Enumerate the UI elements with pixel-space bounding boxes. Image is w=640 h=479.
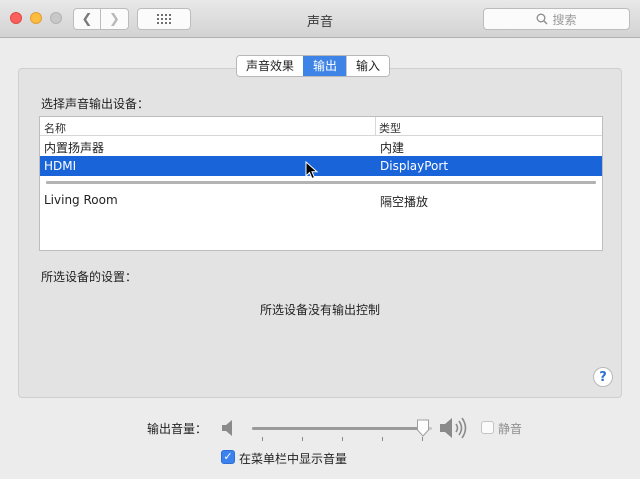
device-type: 内建 bbox=[380, 141, 405, 155]
column-header-type[interactable]: 类型 bbox=[379, 120, 401, 136]
title-bar: ❮ ❯ 声音 搜索 bbox=[0, 0, 640, 38]
volume-tick bbox=[422, 437, 423, 441]
volume-tick bbox=[342, 437, 343, 441]
search-placeholder: 搜索 bbox=[552, 12, 577, 27]
help-button[interactable]: ? bbox=[593, 367, 613, 387]
search-icon bbox=[537, 13, 548, 25]
volume-tick bbox=[302, 437, 303, 441]
device-type: 隔空播放 bbox=[380, 195, 429, 209]
device-group-divider bbox=[40, 176, 602, 190]
output-device-list[interactable]: 名称 类型 内置扬声器 内建 HDMI DisplayPort Living R… bbox=[39, 116, 603, 251]
tab-input[interactable]: 输入 bbox=[346, 56, 390, 76]
checkmark-icon: ✓ bbox=[223, 450, 233, 463]
device-list-header: 名称 类型 bbox=[40, 117, 602, 136]
tab-bar: 声音效果 输出 输入 bbox=[236, 55, 391, 77]
device-row-hdmi[interactable]: HDMI DisplayPort bbox=[40, 156, 602, 176]
volume-slider-knob[interactable] bbox=[416, 419, 430, 437]
volume-tick bbox=[262, 437, 263, 441]
output-volume-label: 输出音量： bbox=[147, 422, 208, 436]
mouse-pointer-icon bbox=[305, 161, 319, 180]
device-name: Living Room bbox=[44, 193, 118, 207]
device-name: HDMI bbox=[44, 159, 77, 173]
tab-sound-effects[interactable]: 声音效果 bbox=[237, 56, 304, 76]
volume-tick bbox=[382, 437, 383, 441]
speaker-low-icon bbox=[222, 420, 232, 436]
device-settings-label: 所选设备的设置： bbox=[41, 270, 138, 284]
device-row-builtin-speakers[interactable]: 内置扬声器 内建 bbox=[40, 136, 602, 156]
no-output-control-text: 所选设备没有输出控制 bbox=[259, 303, 380, 317]
volume-slider[interactable] bbox=[252, 427, 432, 430]
mute-checkbox[interactable] bbox=[481, 421, 494, 434]
select-output-label: 选择声音输出设备： bbox=[41, 97, 150, 111]
device-row-living-room[interactable]: Living Room 隔空播放 bbox=[40, 190, 602, 210]
column-divider bbox=[375, 117, 376, 135]
volume-slider-fill bbox=[252, 427, 423, 430]
column-header-name[interactable]: 名称 bbox=[44, 120, 66, 136]
search-field[interactable]: 搜索 bbox=[483, 8, 630, 30]
speaker-high-icon bbox=[440, 417, 467, 439]
mute-label[interactable]: 静音 bbox=[498, 420, 522, 437]
device-name: 内置扬声器 bbox=[44, 141, 105, 155]
device-type: DisplayPort bbox=[380, 159, 449, 173]
show-volume-in-menubar-label[interactable]: 在菜单栏中显示音量 bbox=[239, 450, 347, 467]
help-icon: ? bbox=[599, 369, 607, 385]
show-volume-in-menubar-checkbox[interactable]: ✓ bbox=[221, 450, 235, 464]
tab-output[interactable]: 输出 bbox=[303, 56, 347, 76]
